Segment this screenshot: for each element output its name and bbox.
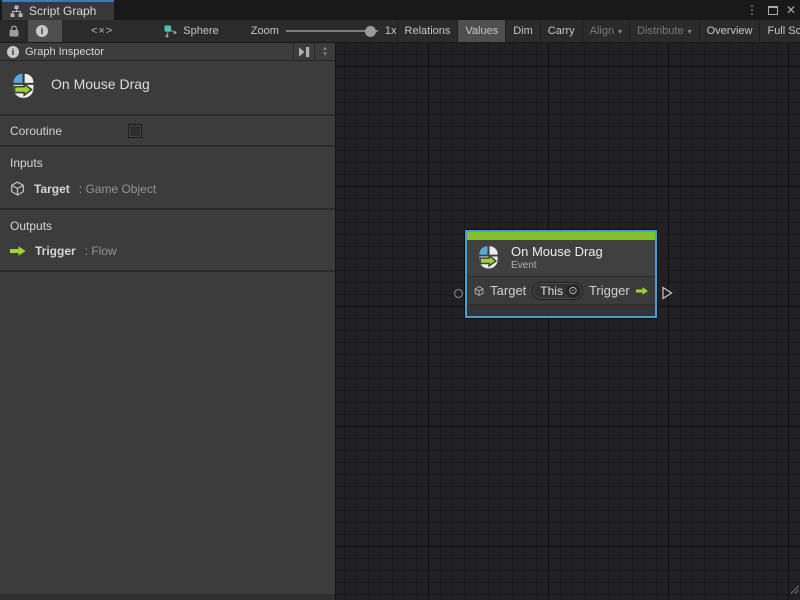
dock-right-icon — [298, 47, 310, 57]
graph-inspector-title: Graph Inspector — [25, 46, 104, 58]
node-port-row: Target This ⊙ Trigger — [467, 277, 655, 304]
chevron-down-icon: ▾ — [618, 27, 622, 36]
zoom-label: Zoom — [251, 25, 279, 37]
info-icon: i — [7, 46, 19, 58]
zoom-slider-handle[interactable] — [365, 26, 376, 37]
graph-toolbar: i <×> Sphere Zoom 1x Relations Values Di… — [0, 20, 800, 43]
window-controls: ⋮ ✕ — [744, 0, 796, 20]
node-title: On Mouse Drag — [511, 244, 603, 259]
graph-inspector-panel: i Graph Inspector ▴ ▾ On Mouse — [0, 43, 336, 600]
zoom-slider[interactable] — [286, 20, 378, 42]
toolbar-button-group: Relations Values Dim Carry Align ▾ Distr… — [397, 20, 800, 42]
dock-right-button[interactable] — [293, 43, 314, 61]
tab-script-graph[interactable]: Script Graph — [2, 0, 114, 20]
input-port-type: : Game Object — [79, 182, 156, 196]
output-port-type: : Flow — [85, 244, 117, 258]
input-port-row: Target : Game Object — [10, 181, 325, 196]
inspector-toggle-button[interactable]: i — [28, 20, 62, 42]
window-menu-icon[interactable]: ⋮ — [744, 3, 760, 17]
align-dropdown[interactable]: Align ▾ — [582, 20, 629, 42]
close-icon[interactable]: ✕ — [786, 3, 796, 17]
inputs-section: Inputs Target : Game Object — [0, 147, 335, 210]
script-machine-icon — [164, 25, 177, 38]
inspector-empty-area — [0, 272, 335, 600]
input-port-name: Target — [34, 182, 70, 196]
mouse-drag-icon — [10, 71, 37, 101]
coroutine-checkbox[interactable] — [128, 124, 142, 138]
fullscreen-button[interactable]: Full Screen — [759, 20, 800, 42]
panel-stepper[interactable]: ▴ ▾ — [314, 43, 335, 61]
graph-owner-breadcrumb[interactable]: Sphere — [158, 20, 224, 42]
output-port-name: Trigger — [35, 244, 76, 258]
script-graph-icon — [10, 5, 23, 17]
dim-button[interactable]: Dim — [505, 20, 540, 42]
resize-grip[interactable] — [790, 581, 799, 599]
maximize-icon[interactable] — [768, 6, 778, 15]
relations-button[interactable]: Relations — [397, 20, 458, 42]
on-mouse-drag-node[interactable]: On Mouse Drag Event Target This ⊙ Trigge… — [465, 230, 657, 318]
preview-code-button[interactable]: <×> — [62, 20, 142, 42]
tab-bar: Script Graph ⋮ ✕ — [0, 0, 800, 20]
trigger-port-label: Trigger — [589, 283, 630, 298]
flow-port-triangle-icon — [662, 286, 673, 300]
target-value-chip[interactable]: This ⊙ — [532, 282, 583, 300]
game-object-cube-icon — [10, 181, 25, 196]
flow-arrow-icon — [10, 245, 26, 257]
node-input-port[interactable] — [454, 289, 463, 298]
unit-title: On Mouse Drag — [51, 76, 150, 92]
info-icon: i — [36, 25, 48, 37]
lock-button[interactable] — [0, 20, 28, 42]
coroutine-row: Coroutine — [0, 116, 335, 147]
node-footer — [467, 304, 655, 316]
target-value: This — [540, 284, 563, 298]
mouse-drag-icon — [476, 244, 501, 271]
stepper-down-icon[interactable]: ▾ — [323, 52, 327, 58]
node-subtitle: Event — [511, 260, 603, 271]
graph-canvas[interactable]: On Mouse Drag Event Target This ⊙ Trigge… — [336, 43, 800, 600]
graph-inspector-header: i Graph Inspector ▴ ▾ — [0, 43, 335, 61]
tab-label: Script Graph — [29, 4, 96, 18]
lock-icon — [9, 25, 19, 37]
zoom-value: 1x — [385, 25, 397, 37]
carry-button[interactable]: Carry — [540, 20, 582, 42]
outputs-title: Outputs — [10, 219, 325, 233]
output-port-row: Trigger : Flow — [10, 244, 325, 258]
target-port-label: Target — [490, 283, 526, 298]
inputs-title: Inputs — [10, 156, 325, 170]
node-header[interactable]: On Mouse Drag Event — [467, 240, 655, 277]
node-output-port[interactable] — [662, 286, 673, 305]
zoom-control: Zoom 1x — [251, 20, 397, 42]
main-content: i Graph Inspector ▴ ▾ On Mouse — [0, 43, 800, 600]
object-picker-icon[interactable]: ⊙ — [566, 284, 580, 298]
flow-arrow-icon[interactable] — [636, 285, 648, 297]
game-object-cube-icon — [474, 284, 484, 298]
script-graph-window: Script Graph ⋮ ✕ i <×> Sphere Zoom — [0, 0, 800, 600]
distribute-dropdown[interactable]: Distribute ▾ — [629, 20, 698, 42]
node-event-color-bar — [467, 232, 655, 240]
outputs-section: Outputs Trigger : Flow — [0, 210, 335, 272]
graph-owner-label: Sphere — [183, 25, 218, 37]
code-icon: <×> — [91, 25, 113, 37]
values-button[interactable]: Values — [457, 20, 505, 42]
coroutine-label: Coroutine — [10, 124, 128, 138]
unit-header: On Mouse Drag — [0, 61, 335, 116]
overview-button[interactable]: Overview — [699, 20, 760, 42]
chevron-down-icon: ▾ — [688, 27, 692, 36]
